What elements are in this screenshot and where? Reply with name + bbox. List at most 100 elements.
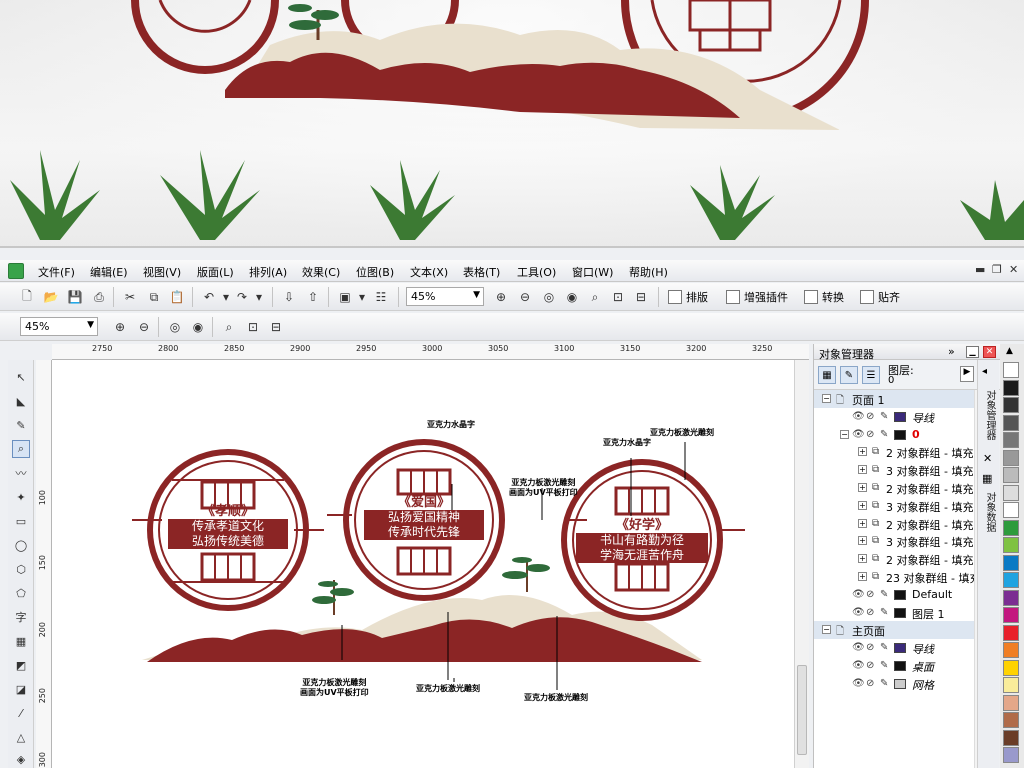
zoom-height-icon[interactable]: ⊟ [267, 318, 285, 336]
expand-toggle-icon[interactable]: − [822, 394, 831, 403]
outline-tool-icon[interactable]: △ [12, 728, 30, 746]
zoom-out-icon[interactable]: ⊖ [135, 318, 153, 336]
color-swatch[interactable] [1003, 379, 1019, 396]
printable-icon[interactable]: ⊘ [866, 660, 874, 671]
object-group-row[interactable]: + ⧉ 23 对象群组 - 填充 [814, 568, 974, 586]
cut-icon[interactable]: ✂ [121, 288, 139, 306]
object-group-row[interactable]: + ⧉ 2 对象群组 - 填充 [814, 514, 974, 533]
restore-icon[interactable]: ❐ [992, 263, 1002, 276]
color-swatch[interactable] [1003, 659, 1019, 676]
layer-color-swatch[interactable] [894, 411, 906, 422]
printable-icon[interactable]: ⊘ [866, 589, 874, 600]
basic-shapes-icon[interactable]: ⬠ [12, 584, 30, 602]
expand-toggle-icon[interactable]: + [858, 518, 867, 528]
convert-button[interactable]: 转换 [804, 289, 844, 305]
save-icon[interactable]: 💾 [66, 288, 84, 306]
menu-layout[interactable]: 版面(L) [197, 264, 234, 280]
panel-expand-icon[interactable]: » [948, 345, 955, 358]
layer-row[interactable]: 👁 ⊘ ✎ 图层 1 [814, 603, 974, 622]
zoom-width-icon[interactable]: ⊡ [609, 288, 627, 306]
menu-tools[interactable]: 工具(O) [517, 264, 556, 280]
visibility-eye-icon[interactable]: 👁 [852, 589, 865, 600]
canvas-vertical-scrollbar[interactable] [794, 360, 809, 768]
menu-file[interactable]: 文件(F) [38, 264, 75, 280]
layer-color-swatch[interactable] [894, 429, 906, 440]
layer-color-swatch[interactable] [894, 643, 906, 654]
color-swatch[interactable] [1003, 747, 1019, 763]
color-swatch[interactable] [1003, 589, 1019, 606]
object-group-row[interactable]: + ⧉ 3 对象群组 - 填充 [814, 461, 974, 480]
layer-color-swatch[interactable] [894, 589, 906, 600]
layer-menu-arrow-icon[interactable]: ▶ [960, 366, 974, 382]
zoom-in-icon[interactable]: ⊕ [492, 288, 510, 306]
app-launcher-icon[interactable]: ▣ [336, 288, 354, 306]
palette-scroll-up-icon[interactable]: ▲ [1006, 346, 1013, 356]
fill-tool-icon[interactable]: ◈ [12, 750, 30, 768]
visibility-eye-icon[interactable]: 👁 [852, 607, 865, 618]
docker-tab-close-icon[interactable]: ✕ [983, 452, 992, 465]
import-icon[interactable]: ⇩ [280, 288, 298, 306]
zoom-out-icon[interactable]: ⊖ [516, 288, 534, 306]
zoom-all-icon[interactable]: ◉ [189, 318, 207, 336]
visibility-eye-icon[interactable]: 👁 [852, 429, 865, 440]
docker-tab-object-data[interactable]: 对象数据 [982, 492, 997, 532]
expand-toggle-icon[interactable]: + [858, 554, 867, 564]
expand-toggle-icon[interactable]: + [858, 447, 867, 457]
object-group-row[interactable]: + ⧉ 2 对象群组 - 填充 [814, 443, 974, 462]
expand-toggle-icon[interactable]: + [858, 536, 867, 546]
color-swatch[interactable] [1003, 624, 1019, 641]
printable-icon[interactable]: ⊘ [866, 678, 874, 689]
layer-color-swatch[interactable] [894, 607, 906, 618]
menu-text[interactable]: 文本(X) [410, 264, 448, 280]
menu-effects[interactable]: 效果(C) [302, 264, 340, 280]
zoom-page-icon[interactable]: ⌕ [220, 318, 238, 336]
typesetting-button[interactable]: 排版 [668, 289, 708, 305]
color-swatch[interactable] [1003, 484, 1019, 501]
eyedropper-tool-icon[interactable]: ⁄ [12, 704, 30, 722]
minimize-icon[interactable]: ▬ [975, 263, 985, 276]
object-group-row[interactable]: + ⧉ 3 对象群组 - 填充 [814, 496, 974, 515]
drawing-canvas[interactable]: 《孝顺》 传承孝道文化 弘扬传统美德 《爱国》 弘扬爱国精神 传承时代先锋 《好… [52, 360, 794, 768]
copy-icon[interactable]: ⧉ [145, 288, 163, 306]
menu-view[interactable]: 视图(V) [143, 264, 181, 280]
shape-tool-icon[interactable]: ◣ [12, 392, 30, 410]
color-swatch[interactable] [1003, 397, 1019, 413]
panel-minimize-icon[interactable]: ▁ [966, 346, 979, 358]
editable-pencil-icon[interactable]: ✎ [880, 411, 888, 422]
layer-row[interactable]: − 👁 ⊘ ✎ 0 [814, 425, 974, 444]
color-swatch[interactable] [1003, 467, 1019, 483]
editable-pencil-icon[interactable]: ✎ [880, 660, 888, 671]
print-icon[interactable]: ⎙ [90, 288, 108, 306]
zoom-all-icon[interactable]: ◉ [563, 288, 581, 306]
docker-tab-arrow-icon[interactable]: ◂ [982, 366, 987, 377]
color-swatch[interactable] [1003, 642, 1019, 658]
menu-bitmaps[interactable]: 位图(B) [356, 264, 394, 280]
layer-color-swatch[interactable] [894, 678, 906, 689]
printable-icon[interactable]: ⊘ [866, 411, 874, 422]
editable-pencil-icon[interactable]: ✎ [880, 589, 888, 600]
expand-toggle-icon[interactable]: + [858, 483, 867, 492]
transparency-tool-icon[interactable]: ◪ [12, 680, 30, 698]
color-swatch[interactable] [1003, 554, 1019, 571]
redo-dropdown-icon[interactable]: ▾ [250, 288, 268, 306]
menu-window[interactable]: 窗口(W) [572, 264, 613, 280]
table-tool-icon[interactable]: ▦ [12, 632, 30, 650]
visibility-eye-icon[interactable]: 👁 [852, 660, 865, 671]
pick-tool-icon[interactable]: ↖ [12, 368, 30, 386]
crop-tool-icon[interactable]: ✎ [12, 416, 30, 434]
paste-icon[interactable]: 📋 [168, 288, 186, 306]
smart-fill-icon[interactable]: ✦ [12, 488, 30, 506]
printable-icon[interactable]: ⊘ [866, 607, 874, 618]
zoom-in-icon[interactable]: ⊕ [111, 318, 129, 336]
menu-help[interactable]: 帮助(H) [629, 264, 668, 280]
expand-toggle-icon[interactable]: + [858, 500, 867, 510]
editable-pencil-icon[interactable]: ✎ [880, 642, 888, 653]
zoom-page-icon[interactable]: ⌕ [586, 288, 604, 306]
options-icon[interactable]: ☷ [372, 288, 390, 306]
expand-toggle-icon[interactable]: + [858, 572, 867, 581]
object-group-row[interactable]: + ⧉ 2 对象群组 - 填充 [814, 479, 974, 497]
visibility-eye-icon[interactable]: 👁 [852, 678, 865, 689]
color-swatch[interactable] [1003, 519, 1019, 536]
docker-tab-object-manager[interactable]: 对象管理器 [982, 390, 997, 440]
property-zoom-select[interactable]: 45% ▼ [20, 317, 98, 336]
